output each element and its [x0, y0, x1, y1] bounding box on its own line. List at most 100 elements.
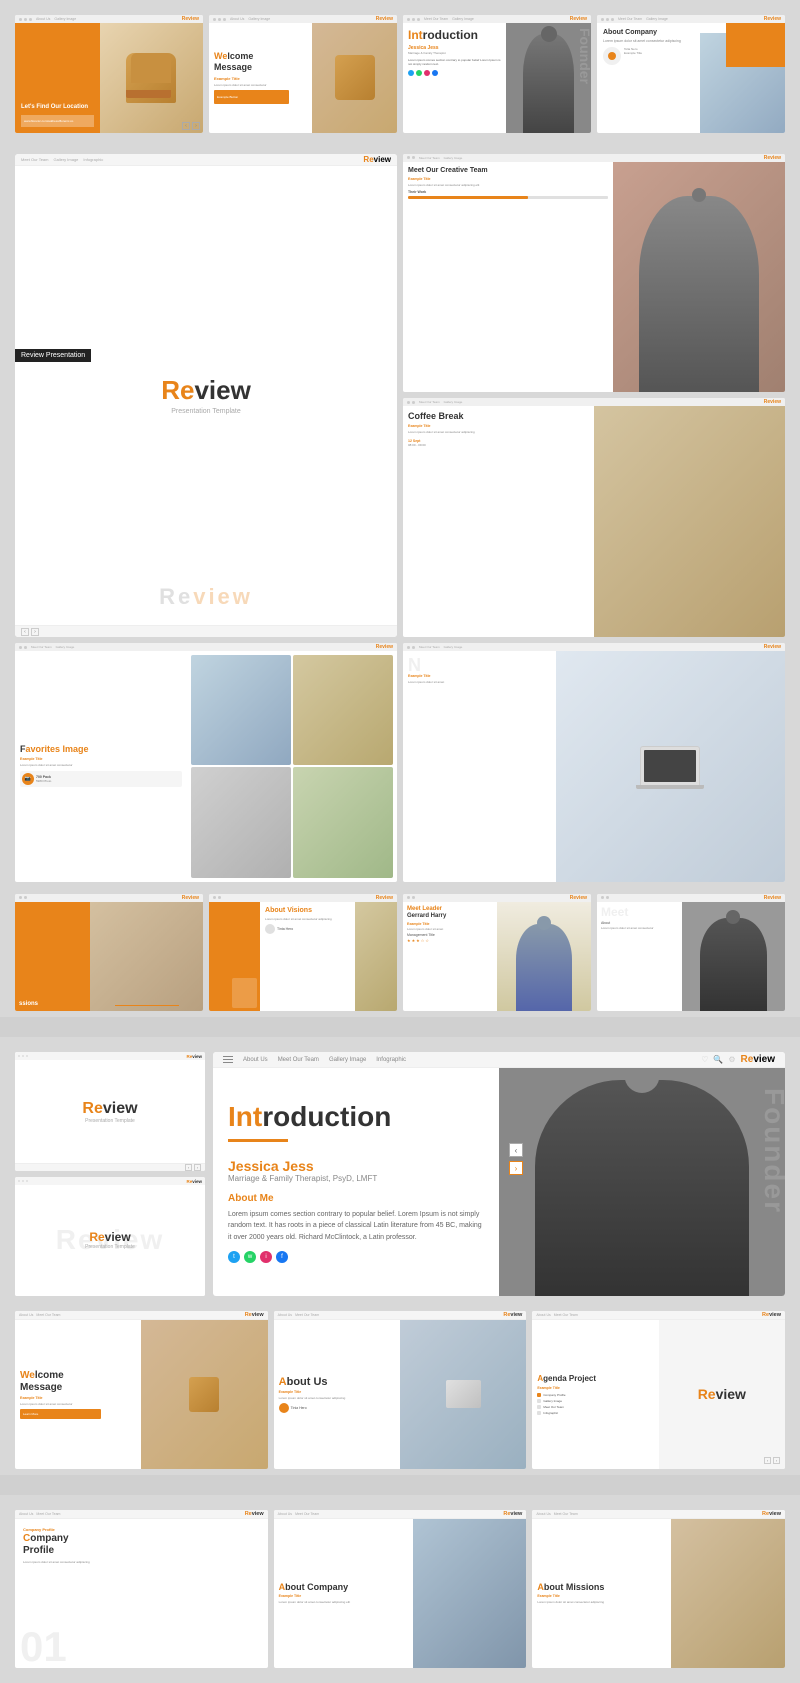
nav-item: Gallery Image — [54, 17, 76, 21]
nav-item: Meet Our Team — [31, 645, 52, 649]
slide-body: ssions — [15, 902, 203, 1012]
slide-introduction[interactable]: Meet Our Team Gallery Image Review Intro… — [403, 15, 591, 133]
nav-infographic[interactable]: Infographic — [376, 1057, 406, 1063]
slide-bottombar: ‹ › — [15, 625, 397, 637]
slide-welcome[interactable]: About Us Gallery Image Review WelcomeMes… — [209, 15, 397, 133]
prev-slide-btn[interactable]: ‹ — [509, 1143, 523, 1157]
review-logo: Review — [161, 375, 251, 406]
about-me-label: About Me — [228, 1193, 484, 1204]
mini-content: Review Presentation Template — [15, 1060, 205, 1163]
nav-item: About Us — [19, 1313, 33, 1317]
search-icon[interactable]: 🔍 — [713, 1055, 723, 1064]
nav-about-us[interactable]: About Us — [243, 1057, 268, 1063]
slide-about-visions[interactable]: Review About Visions Lorem ipsum dolor s… — [209, 894, 397, 1012]
slide-welcome-sm[interactable]: About Us Meet Our Team Review WelcomeMes… — [15, 1311, 268, 1469]
slide-meet-creative[interactable]: Meet Our Team Gallery Image Review Meet … — [403, 154, 785, 393]
mini-topbar: Review — [15, 1052, 205, 1060]
section-separator — [0, 1017, 800, 1037]
slide-about-us[interactable]: About Us Meet Our Team Review About Us E… — [274, 1311, 527, 1469]
sm-topbar: About Us Meet Our Team Review — [274, 1510, 527, 1519]
prev-btn[interactable]: ‹ — [185, 1164, 192, 1171]
slide-topbar: Review — [15, 894, 203, 902]
instagram-icon-lg[interactable]: i — [260, 1251, 272, 1263]
nav-meet-team[interactable]: Meet Our Team — [278, 1057, 319, 1063]
main-review-slide[interactable]: Meet Our Team Gallery Image Infographic … — [15, 154, 397, 638]
nav-item: Meet Our Team — [618, 17, 642, 21]
company-image — [700, 23, 785, 133]
mini-slides-column: Review Review Presentation Template ‹ › … — [15, 1052, 205, 1296]
slide-body: N Example Title Lorem ipsum dolor sit am… — [403, 651, 785, 882]
facebook-icon-lg[interactable]: f — [276, 1251, 288, 1263]
sm-topbar: About Us Meet Our Team Review — [15, 1510, 268, 1519]
next-slide-btn[interactable]: › — [509, 1161, 523, 1175]
mini-slide-review-wm[interactable]: Review Review Review Presentation Templa… — [15, 1177, 205, 1296]
slide-title: Let's Find Our Location — [21, 104, 94, 112]
nav-gallery[interactable]: Gallery Image — [329, 1057, 366, 1063]
founder-watermark: Founder — [758, 1088, 785, 1214]
slide-company-profile[interactable]: About Us Meet Our Team Review 01 Company… — [15, 1510, 268, 1668]
main-intro-slide[interactable]: About Us Meet Our Team Gallery Image Inf… — [213, 1052, 785, 1296]
intro-text-area: Introduction Jessica Jess Marriage & Fam… — [213, 1068, 499, 1296]
prev-btn-sm[interactable]: ‹ — [764, 1457, 771, 1464]
slide-topbar: Meet Our Team Gallery Image Review — [403, 15, 591, 23]
brand-logo: Review — [570, 16, 587, 22]
slide-about-missions[interactable]: About Us Meet Our Team Review About Miss… — [532, 1510, 785, 1668]
slide-body: About Visions Lorem ipsum dolor sit amet… — [209, 902, 397, 1012]
next-arrow[interactable]: › — [31, 628, 39, 636]
slide-title: WelcomeMessage — [214, 51, 307, 73]
slide-about-company[interactable]: Meet Our Team Gallery Image Review About… — [597, 15, 785, 133]
brand-logo: Review — [182, 895, 199, 901]
agenda-items: Company Profile Gallery Image Meet Our T… — [537, 1393, 653, 1415]
review-tagline: Presentation Template — [171, 408, 241, 415]
large-letter: Meet — [601, 906, 678, 918]
slide-body: Introduction Jessica Jess Marriage & Fam… — [403, 23, 591, 133]
about-comp-image — [413, 1519, 527, 1668]
mini-slide-review[interactable]: Review Review Presentation Template ‹ › — [15, 1052, 205, 1171]
person-photo-dark — [682, 902, 785, 1012]
prev-arrow[interactable]: ‹ — [21, 628, 29, 636]
intro-photo-area: Founder ‹ › — [499, 1068, 785, 1296]
about-comp-title: About Company — [279, 1582, 408, 1593]
star-rating: ★★★☆☆ — [407, 938, 493, 943]
slide-title: ssions — [19, 1001, 86, 1007]
section-4-grid: Review ssions Review — [0, 888, 800, 1018]
mini-brand: Review — [186, 1054, 202, 1059]
slide-topbar: About Us Gallery Image Review — [209, 15, 397, 23]
slide-location[interactable]: About Us Gallery Image Review Let's Find… — [15, 15, 203, 133]
brand-logo: Review — [376, 644, 393, 650]
nav-item: Meet Our Team — [419, 400, 440, 404]
slide-topbar: Meet Our Team Gallery Image Review — [15, 643, 397, 651]
settings-icon[interactable]: ⚙ — [728, 1055, 735, 1064]
slide-missions-sm[interactable]: Review ssions — [15, 894, 203, 1012]
intro-text: Lorem ipsum comes section contrary to po… — [408, 58, 501, 66]
sm-body: WelcomeMessage Example Title Lorem ipsum… — [15, 1320, 268, 1469]
slide-topbar: Review — [597, 894, 785, 902]
slide-meet-side[interactable]: Review Meet About Lorem ipsum dolor sit … — [597, 894, 785, 1012]
nav-item: Gallery Image — [452, 17, 474, 21]
sm-topbar: About Us Meet Our Team Review — [15, 1311, 268, 1320]
next-btn[interactable]: › — [194, 1164, 201, 1171]
review-content: Review Presentation Review Presentation … — [15, 166, 397, 626]
twitter-icon-lg[interactable]: t — [228, 1251, 240, 1263]
next-btn-sm[interactable]: › — [773, 1457, 780, 1464]
nav-item: About Us — [278, 1313, 292, 1317]
slide-title: Meet LeaderGerrard Harry — [407, 906, 493, 920]
slide-topbar: About Us Gallery Image Review — [15, 15, 203, 23]
slide-favorites[interactable]: Meet Our Team Gallery Image Review Favor… — [15, 643, 397, 882]
slide-about-company-bot[interactable]: About Us Meet Our Team Review About Comp… — [274, 1510, 527, 1668]
social-icons-row: t w i f — [228, 1251, 484, 1263]
hamburger-icon[interactable] — [223, 1054, 235, 1066]
slide-agenda[interactable]: About Us Meet Our Team Review Agenda Pro… — [532, 1311, 785, 1469]
mini-topbar: Review — [15, 1177, 205, 1185]
heart-icon[interactable]: ♡ — [701, 1055, 708, 1064]
slide-meet-leader[interactable]: Review Meet LeaderGerrard Harry Example … — [403, 894, 591, 1012]
nav-label: Gallery Image — [54, 157, 79, 162]
review-presentation-label: Review Presentation — [15, 349, 91, 362]
nav-item: Meet Our Team — [295, 1512, 319, 1516]
slide-coffee-break[interactable]: Meet Our Team Gallery Image Review Coffe… — [403, 398, 785, 637]
slide-laptop[interactable]: Meet Our Team Gallery Image Review N Exa… — [403, 643, 785, 882]
whatsapp-icon-lg[interactable]: w — [244, 1251, 256, 1263]
large-letter: N — [408, 656, 551, 674]
agenda-logo-area: Review ‹ › — [659, 1320, 785, 1469]
nav-item: Gallery Image — [444, 156, 463, 160]
